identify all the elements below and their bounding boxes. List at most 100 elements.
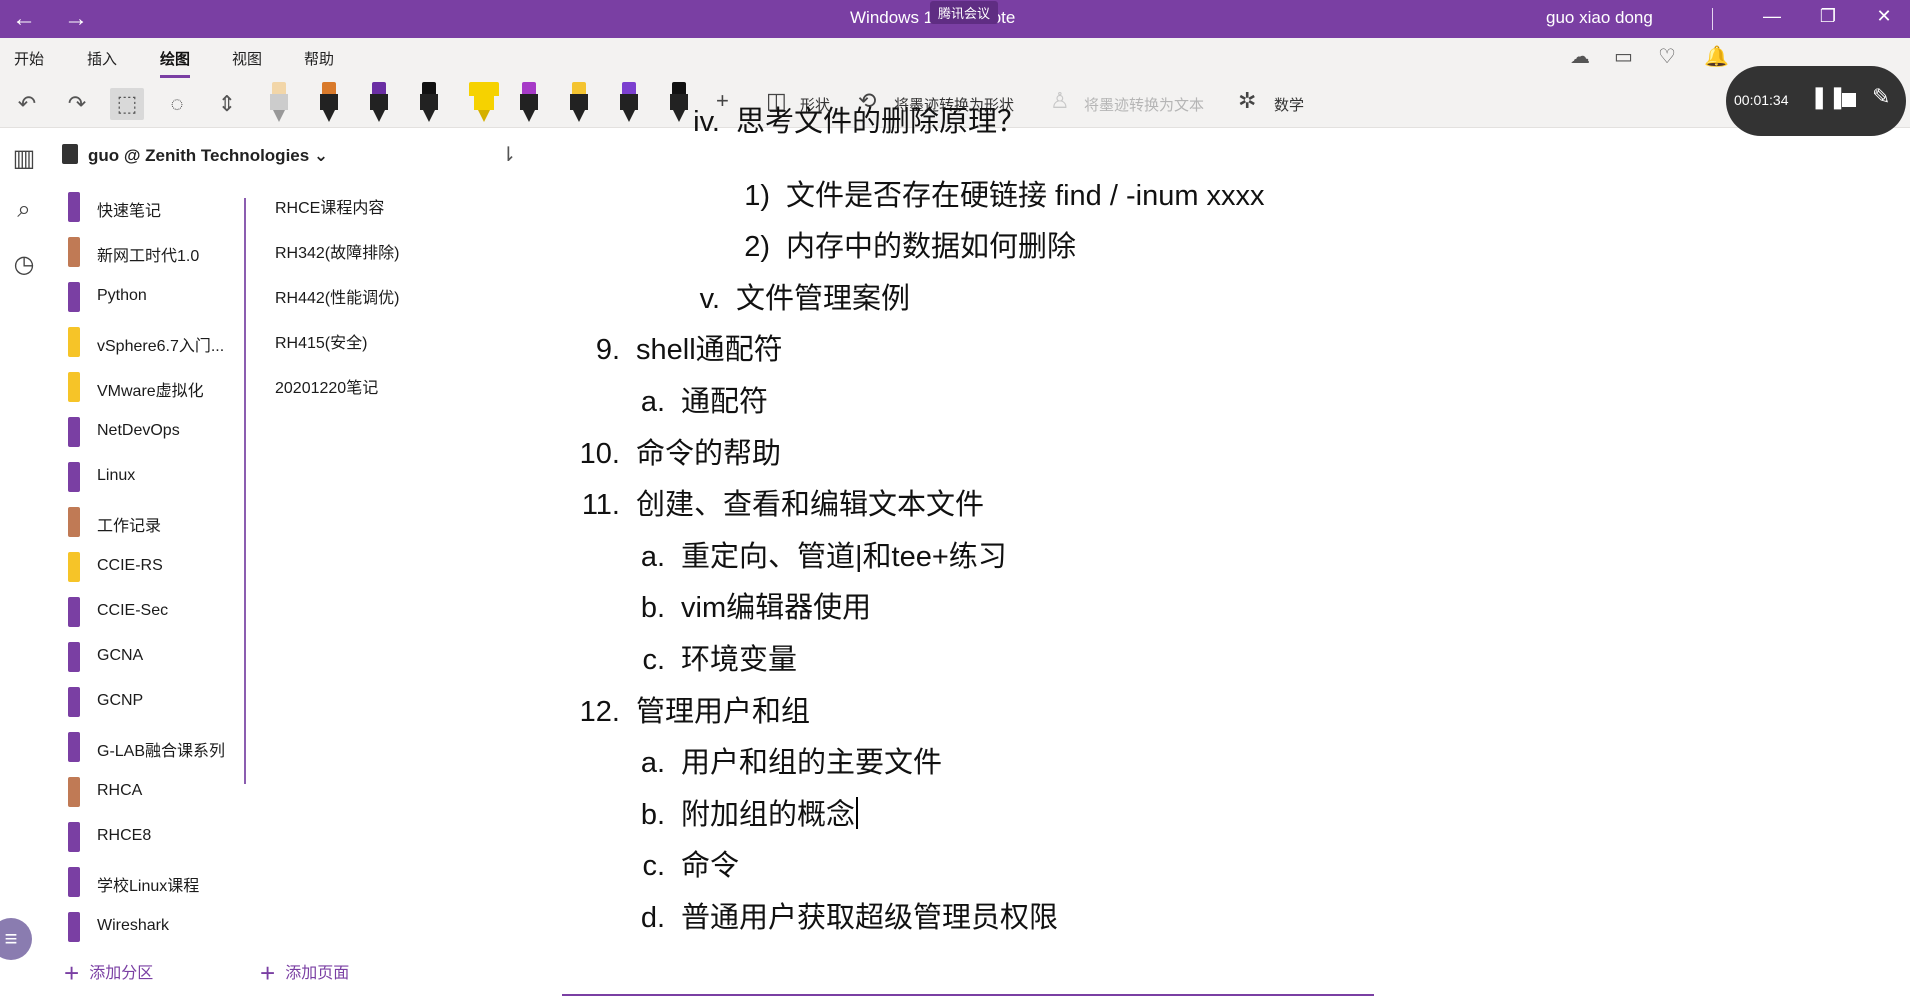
add-section-button[interactable]: + 添加分区 [64, 958, 153, 989]
lasso-select-icon[interactable]: ⬚ [110, 88, 144, 120]
outline-item[interactable]: 10. 命令的帮助 [568, 430, 781, 472]
outline-number: 11. [581, 489, 620, 522]
page-content[interactable]: iv. 思考文件的删除原理？ 1) 文件是否存在硬链接 find / -inum xx… [580, 0, 1800, 1000]
page-item[interactable]: RH415(安全) [275, 321, 399, 366]
section-item[interactable]: 学校Linux课程 [60, 861, 246, 906]
outline-item[interactable]: 12. 管理用户和组 [568, 688, 810, 730]
section-label: NetDevOps [97, 422, 180, 439]
eraser-select-icon[interactable]: ◌ [160, 88, 194, 120]
outline-item[interactable]: iv. 思考文件的删除原理？ [670, 98, 1026, 140]
section-item[interactable]: 工作记录 [60, 501, 246, 546]
outline-text: 管理用户和组 [636, 695, 811, 728]
highlighter-yellow-icon[interactable] [466, 82, 502, 124]
section-item[interactable]: NetDevOps [60, 411, 246, 456]
outline-item[interactable]: a. 重定向、管道|和tee+练习 [629, 533, 1007, 575]
outline-item[interactable]: 1) 文件是否存在硬链接 find / -inum xxxx [734, 172, 1264, 214]
pen-pattern-icon[interactable] [516, 82, 542, 124]
outline-item[interactable]: v. 文件管理案例 [684, 275, 910, 317]
pen-orange-icon[interactable] [316, 82, 342, 124]
outline-number: b. [640, 592, 665, 625]
outline-item[interactable]: d. 普通用户获取超级管理员权限 [629, 894, 1058, 936]
outline-item[interactable]: 9. shell通配符 [572, 326, 783, 368]
section-item[interactable]: GCNA [60, 636, 246, 681]
section-item[interactable]: 新网工时代1.0 [60, 231, 246, 276]
section-label: GCNP [97, 692, 144, 709]
pen-purple-icon[interactable] [366, 82, 392, 124]
outline-item[interactable]: c. 命令 [629, 842, 739, 884]
tab-insert[interactable]: 插入 [87, 48, 117, 69]
outline-item[interactable]: b. 附加组的概念 [629, 791, 859, 833]
outline-item[interactable]: 11. 创建、查看和编辑文本文件 [568, 481, 984, 523]
pen-yellow-icon[interactable] [566, 82, 592, 124]
section-color-tab [68, 912, 80, 942]
tab-home[interactable]: 开始 [14, 48, 44, 69]
add-space-icon[interactable]: ⇕ [210, 88, 244, 120]
content-scroll-indicator [562, 994, 1374, 996]
section-label: RHCA [97, 782, 143, 799]
section-label: Python [97, 287, 147, 304]
close-icon[interactable]: ✕ [1864, 6, 1904, 27]
back-arrow-icon[interactable]: ← [4, 4, 44, 34]
forward-arrow-icon[interactable]: → [56, 4, 96, 34]
section-item[interactable]: Python [60, 276, 246, 321]
add-page-label: 添加页面 [285, 965, 350, 982]
tab-help[interactable]: 帮助 [304, 48, 334, 69]
notebooks-icon[interactable]: ▥ [10, 144, 38, 173]
add-page-button[interactable]: + 添加页面 [260, 958, 349, 989]
pen-white-icon[interactable] [266, 82, 292, 124]
outline-number: 9. [595, 334, 620, 367]
outline-text: 通配符 [681, 386, 769, 418]
maximize-icon[interactable]: ❐ [1808, 6, 1848, 27]
section-color-tab [68, 192, 80, 222]
outline-number: b. [640, 798, 665, 831]
section-item[interactable]: RHCE8 [60, 816, 246, 861]
pencil-icon[interactable]: ✎ [1872, 84, 1890, 110]
section-item[interactable]: G-LAB融合课系列 [60, 726, 246, 771]
outline-text: 创建、查看和编辑文本文件 [636, 489, 985, 522]
section-color-tab [68, 732, 80, 762]
pen-black-icon[interactable] [416, 82, 442, 124]
notebook-switcher[interactable]: guo @ Zenith Technologies ⌄ [62, 144, 328, 166]
section-label: RHCE8 [97, 827, 152, 844]
outline-number: iv. [693, 106, 720, 138]
section-item[interactable]: CCIE-RS [60, 546, 246, 591]
section-item[interactable]: RHCA [60, 771, 246, 816]
outline-item[interactable]: a. 用户和组的主要文件 [629, 739, 942, 781]
page-item[interactable]: RH342(故障排除) [275, 231, 399, 276]
section-color-tab [68, 867, 80, 897]
section-label: Wireshark [97, 917, 170, 934]
section-item[interactable]: VMware虚拟化 [60, 366, 246, 411]
tab-view[interactable]: 视图 [232, 48, 262, 69]
section-label: 快速笔记 [97, 203, 162, 220]
section-item[interactable]: 快速笔记 [60, 186, 246, 231]
page-item[interactable]: RH442(性能调优) [275, 276, 399, 321]
outline-item[interactable]: c. 环境变量 [629, 636, 797, 678]
outline-number: a. [640, 540, 665, 573]
section-item[interactable]: CCIE-Sec [60, 591, 246, 636]
stop-icon[interactable] [1842, 93, 1856, 107]
tab-draw[interactable]: 绘图 [160, 48, 191, 78]
recent-icon[interactable]: ◷ [10, 250, 38, 279]
redo-icon[interactable]: ↷ [60, 88, 94, 120]
outline-text: vim编辑器使用 [681, 592, 872, 625]
section-color-tab [68, 282, 80, 312]
outline-item[interactable]: 2) 内存中的数据如何删除 [734, 223, 1076, 265]
section-item[interactable]: GCNP [60, 681, 246, 726]
outline-item[interactable]: b. vim编辑器使用 [629, 584, 871, 626]
section-color-tab [68, 687, 80, 717]
outline-text: 文件管理案例 [736, 282, 911, 315]
sort-icon[interactable]: ⇂ [500, 142, 517, 167]
section-item[interactable]: Wireshark [60, 906, 246, 951]
section-color-tab [68, 417, 80, 447]
page-item[interactable]: 20201220笔记 [275, 366, 399, 411]
section-item[interactable]: vSphere6.7入门... [60, 321, 246, 366]
search-icon[interactable]: ⌕ [10, 196, 38, 224]
outline-item[interactable]: a. 通配符 [629, 378, 768, 420]
page-list: RHCE课程内容 RH342(故障排除) RH442(性能调优) RH415(安全) 2… [275, 186, 399, 411]
outline-number: v. [699, 282, 720, 315]
undo-icon[interactable]: ↶ [10, 88, 44, 120]
outline-number: c. [642, 850, 665, 883]
outline-text: 重定向、管道|和tee+练习 [681, 540, 1007, 573]
page-item[interactable]: RHCE课程内容 [275, 186, 399, 231]
section-item[interactable]: Linux [60, 456, 246, 501]
